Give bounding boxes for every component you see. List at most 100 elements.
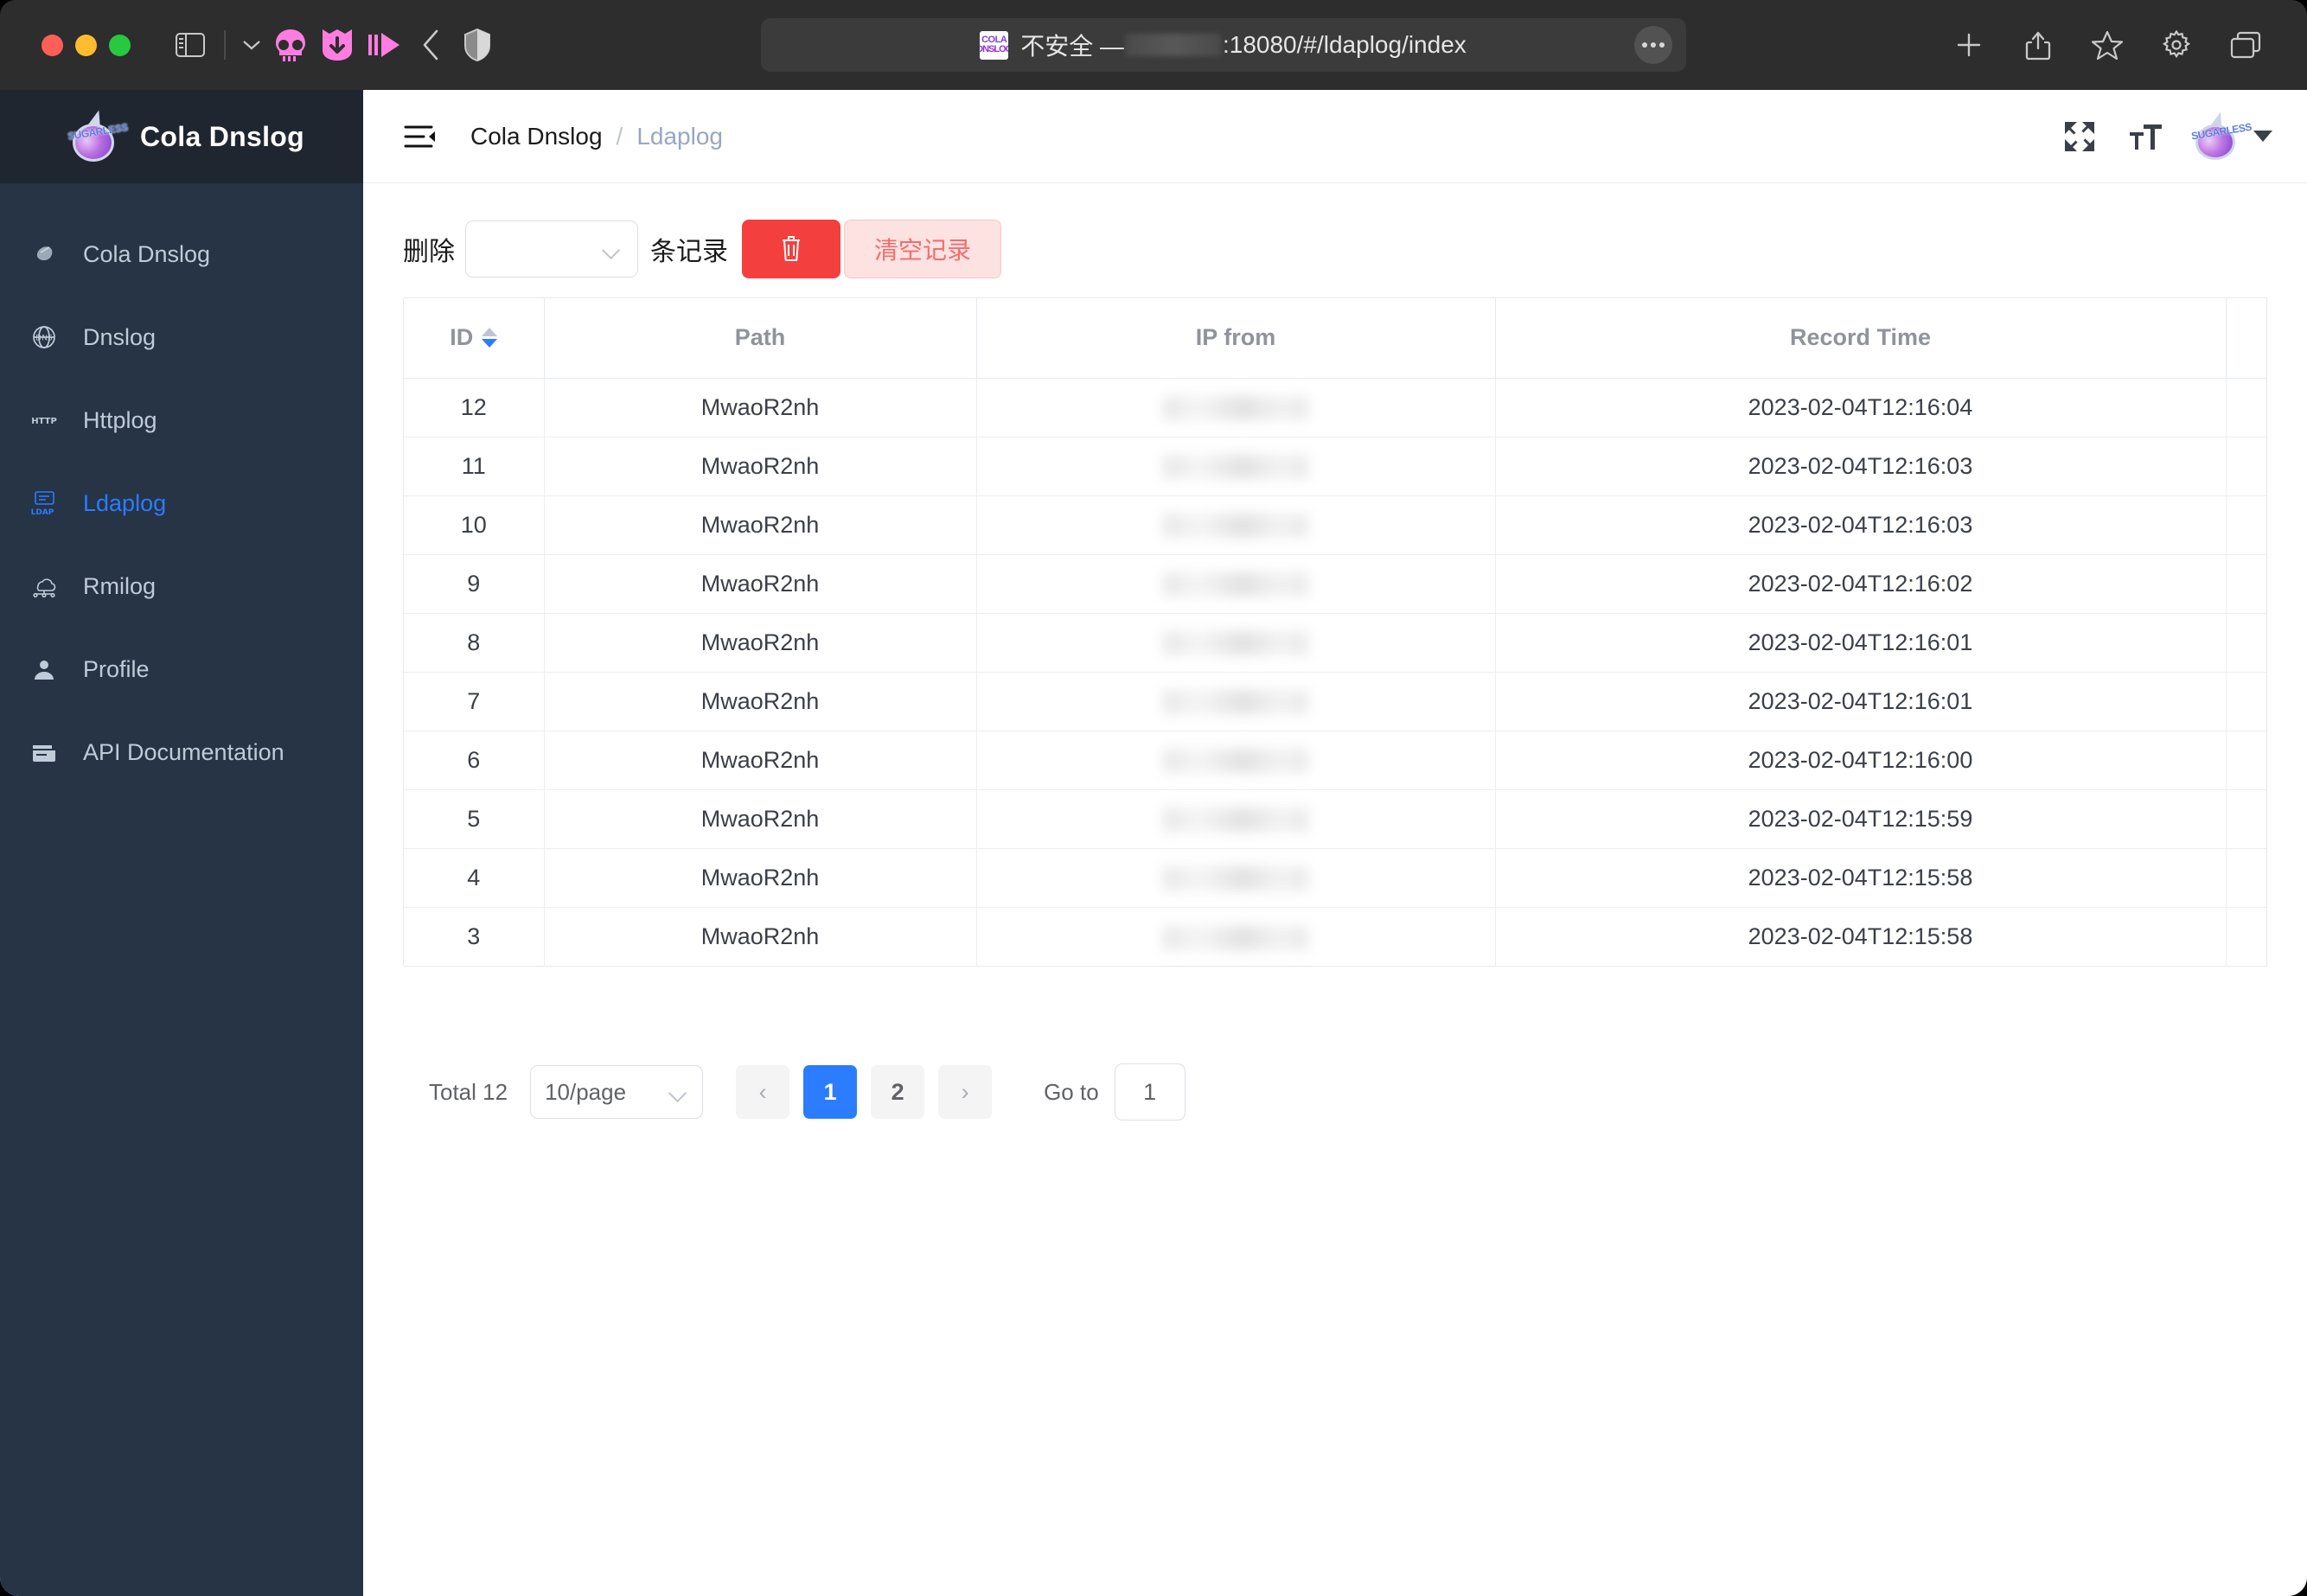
back-icon[interactable] [407,22,454,68]
cell-path: MwaoR2nh [544,848,977,908]
redacted-ip [1163,514,1308,539]
sidebar-item-cola-dnslog[interactable]: Cola Dnslog [0,213,363,296]
browser-window: COLA DNSLOG 不安全 — :18080/#/ldaplog/index [0,0,2307,1596]
menu-fold-icon[interactable] [401,118,439,156]
maximize-window-button[interactable] [109,34,131,56]
table-row[interactable]: 10 MwaoR2nh 2023-02-04T12:16:03 [404,495,2266,555]
column-header-id-label: ID [450,324,474,351]
table-row[interactable]: 9 MwaoR2nh 2023-02-04T12:16:02 [404,554,2266,614]
cell-record-time: 2023-02-04T12:16:01 [1495,672,2227,731]
cell-record-time: 2023-02-04T12:16:01 [1495,613,2227,673]
cell-path: MwaoR2nh [544,613,977,673]
sidebar-item-httplog[interactable]: HTTP Httplog [0,379,363,462]
cell-record-time: 2023-02-04T12:15:59 [1495,789,2227,849]
settings-gear-icon[interactable] [2153,22,2200,68]
goto-label: Go to [1044,1078,1099,1105]
pagination-prev-button[interactable]: ‹ [736,1065,790,1119]
pagination-page-1[interactable]: 1 [803,1065,858,1119]
column-header-record-time: Record Time [1495,298,2227,379]
cell-spacer [2226,789,2266,849]
font-size-icon[interactable] [2125,117,2165,156]
chevron-down-icon[interactable] [2253,131,2272,142]
table-header: ID Path IP from Record Time [404,298,2266,379]
dns-globe-icon: DNS [29,322,59,352]
new-tab-icon[interactable] [1946,22,1992,68]
extension-download-icon[interactable] [314,22,361,68]
cell-spacer [2226,848,2266,908]
page-size-select[interactable]: 10/page [530,1065,704,1119]
sidebar-item-ldaplog[interactable]: LDAP Ldaplog [0,462,363,545]
cell-ip-from [976,437,1496,496]
rmi-cloud-icon [29,571,59,601]
table-row[interactable]: 5 MwaoR2nh 2023-02-04T12:15:59 [404,789,2266,849]
delete-records-button[interactable] [742,220,840,278]
cell-spacer [2226,672,2266,731]
redacted-ip [1163,808,1308,833]
redacted-ip [1163,749,1308,774]
sidebar-item-dnslog[interactable]: DNS Dnslog [0,296,363,379]
share-icon[interactable] [2015,22,2061,68]
cell-path: MwaoR2nh [544,672,977,731]
extension-play-icon[interactable] [361,22,407,68]
sidebar-item-label: Ldaplog [83,489,167,516]
table-row[interactable]: 4 MwaoR2nh 2023-02-04T12:15:58 [404,848,2266,908]
pagination: Total 12 10/page ‹ 1 2 › Go to [403,1063,2267,1120]
extension-skull-icon[interactable] [267,22,314,68]
sort-arrows[interactable] [482,328,498,348]
shield-icon[interactable] [454,22,501,68]
sidebar-item-profile[interactable]: Profile [0,628,363,711]
address-bar-container: COLA DNSLOG 不安全 — :18080/#/ldaplog/index [501,18,1946,72]
clear-records-button[interactable]: 清空记录 [844,220,1002,278]
redacted-ip [1163,925,1308,950]
goto-input[interactable] [1114,1063,1185,1120]
sort-ascending-icon[interactable] [482,328,498,337]
pagination-page-2[interactable]: 2 [871,1065,925,1119]
pagination-next-button[interactable]: › [938,1065,993,1119]
table-row[interactable]: 11 MwaoR2nh 2023-02-04T12:16:03 [404,437,2266,496]
sort-descending-icon[interactable] [482,339,498,348]
pagination-total: Total 12 [429,1078,508,1105]
svg-text:HTTP: HTTP [31,417,57,426]
cell-record-time: 2023-02-04T12:16:03 [1495,495,2227,555]
cell-id: 5 [404,789,545,849]
table-row[interactable]: 3 MwaoR2nh 2023-02-04T12:15:58 [404,907,2266,966]
tab-overview-icon[interactable] [2222,22,2269,68]
breadcrumb-root[interactable]: Cola Dnslog [470,123,603,150]
sidebar-toggle-icon[interactable] [167,22,214,68]
sidebar-item-api-documentation[interactable]: API Documentation [0,711,363,794]
fullscreen-icon[interactable] [2060,117,2099,156]
user-menu[interactable]: SUGARLESS [2190,109,2272,162]
sidebar-item-rmilog[interactable]: Rmilog [0,545,363,628]
table-row[interactable]: 6 MwaoR2nh 2023-02-04T12:16:00 [404,731,2266,790]
main-panel: Cola Dnslog / Ldaplog SUGARLESS 删除 条记录 清… [363,90,2307,1596]
cell-spacer [2226,378,2266,437]
sidebar-dropdown-caret-icon[interactable] [236,22,267,68]
table-row[interactable]: 7 MwaoR2nh 2023-02-04T12:16:01 [404,672,2266,731]
minimize-window-button[interactable] [75,34,97,56]
bookmark-star-icon[interactable] [2084,22,2131,68]
cell-ip-from [976,378,1496,437]
drop-icon [29,239,59,269]
page-size-value: 10/page [545,1078,627,1105]
cell-spacer [2226,731,2266,790]
redacted-host [1125,34,1221,56]
column-header-id[interactable]: ID [404,298,545,379]
sidebar-brand[interactable]: SUGARLESS Cola Dnslog [0,90,363,183]
http-icon: HTTP [29,405,59,435]
cell-id: 3 [404,907,545,966]
cell-path: MwaoR2nh [544,907,977,966]
sidebar: SUGARLESS Cola Dnslog Cola Dnslog DNS Dn… [0,90,363,1596]
table-row[interactable]: 12 MwaoR2nh 2023-02-04T12:16:04 [404,378,2266,437]
redacted-ip [1163,455,1308,480]
column-header-ip-from: IP from [976,298,1496,379]
cell-path: MwaoR2nh [544,378,977,437]
cell-ip-from [976,554,1496,614]
address-bar[interactable]: COLA DNSLOG 不安全 — :18080/#/ldaplog/index [760,18,1686,72]
close-window-button[interactable] [42,34,63,56]
delete-count-select[interactable] [465,220,638,278]
cell-path: MwaoR2nh [544,731,977,790]
table-row[interactable]: 8 MwaoR2nh 2023-02-04T12:16:01 [404,613,2266,673]
cell-id: 8 [404,613,545,673]
app-topbar: Cola Dnslog / Ldaplog SUGARLESS [363,90,2307,183]
ellipsis-icon[interactable] [1633,26,1672,64]
